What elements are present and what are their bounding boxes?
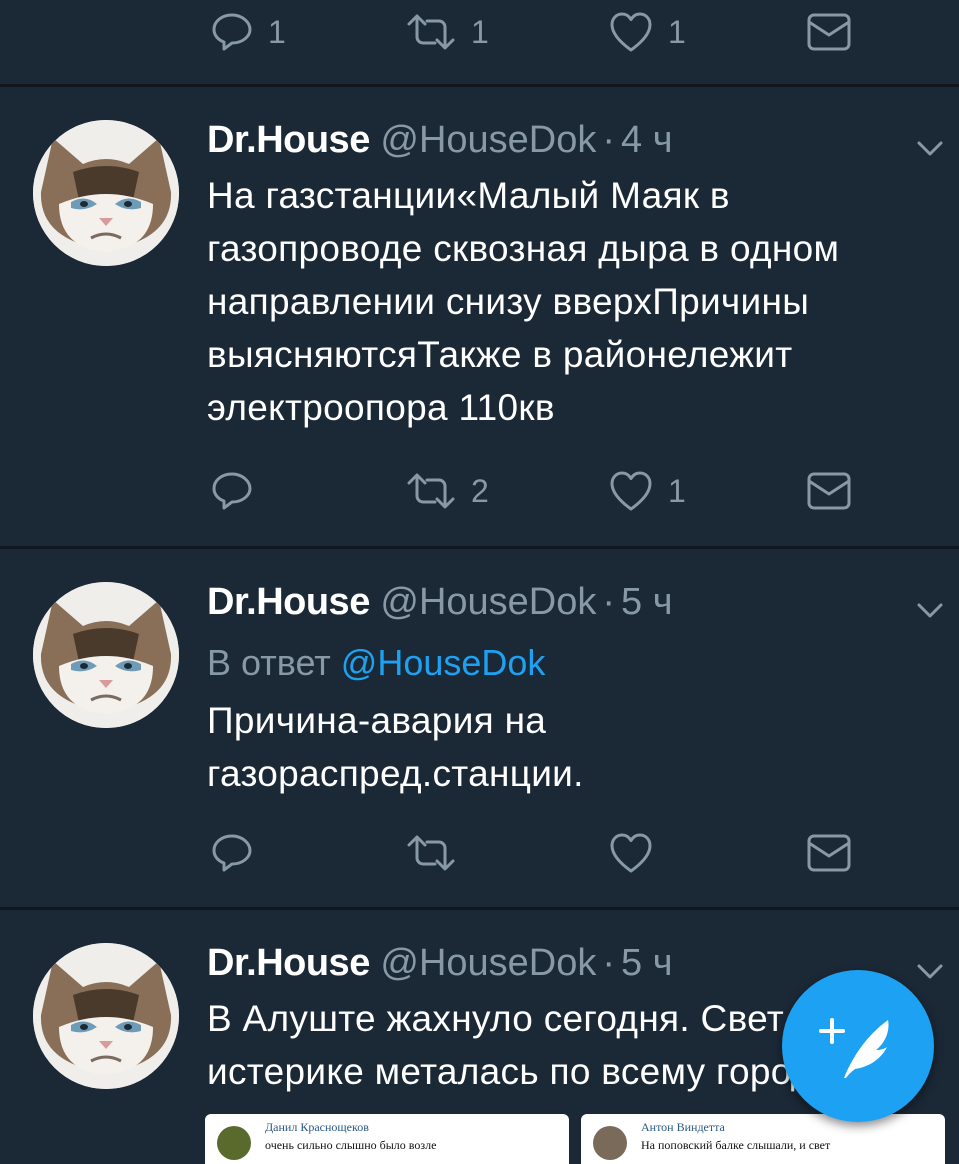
tweet-text: Причина-авария на газораспред.станции. — [207, 694, 937, 800]
author-handle[interactable]: @HouseDok — [380, 942, 596, 984]
previous-tweet-actions: 1 1 1 — [0, 0, 959, 84]
compose-tweet-button[interactable] — [782, 970, 934, 1122]
attachment-author: Антон Виндетта — [641, 1120, 725, 1134]
retweet-icon — [407, 473, 455, 509]
avatar — [593, 1126, 627, 1160]
author-name[interactable]: Dr.House — [207, 942, 370, 984]
attachment-text: На поповский балке слышали, и свет — [641, 1138, 831, 1152]
tweet[interactable]: Dr.House @HouseDok · 4 ч На газстанции«Мал… — [0, 87, 959, 546]
tweet-text-line: выясняютсяТакже в районележит — [207, 334, 793, 375]
tweet-text-line: На газстанции«Малый Маяк в — [207, 175, 730, 216]
tweet-header: Dr.House @HouseDok · 5 ч — [207, 941, 673, 985]
avatar[interactable] — [33, 943, 179, 1089]
envelope-icon — [807, 13, 851, 51]
like-button[interactable]: 1 — [608, 2, 686, 62]
avatar[interactable] — [33, 582, 179, 728]
author-name[interactable]: Dr.House — [207, 119, 370, 161]
dm-button[interactable] — [806, 823, 852, 883]
reply-icon — [212, 13, 252, 51]
tweet-text: На газстанции«Малый Маяк в газопроводе с… — [207, 169, 937, 434]
timestamp[interactable]: 4 ч — [621, 119, 673, 161]
reply-prefix: В ответ — [207, 642, 331, 683]
reply-button[interactable] — [210, 823, 254, 883]
grumpy-cat-avatar-image — [33, 943, 179, 1089]
grumpy-cat-avatar-image — [33, 582, 179, 728]
retweet-button[interactable] — [405, 823, 457, 883]
retweet-count: 1 — [471, 13, 489, 50]
timestamp[interactable]: 5 ч — [621, 942, 673, 984]
tweet-header: Dr.House @HouseDok · 5 ч — [207, 580, 673, 624]
attachment-author: Данил Краснощеков — [265, 1120, 369, 1134]
tweet-text-line: направлении снизу вверхПричины — [207, 281, 810, 322]
author-handle[interactable]: @HouseDok — [380, 581, 596, 623]
tweet-actions: 2 1 — [0, 461, 959, 521]
dm-button[interactable] — [806, 461, 852, 521]
like-count: 1 — [668, 472, 686, 509]
author-name[interactable]: Dr.House — [207, 581, 370, 623]
retweet-icon — [407, 835, 455, 871]
retweet-button[interactable]: 2 — [405, 461, 489, 521]
attached-image[interactable]: Данил Краснощеков очень сильно слышно бы… — [205, 1114, 569, 1164]
timestamp[interactable]: 5 ч — [621, 581, 673, 623]
dm-button[interactable] — [806, 2, 852, 62]
chevron-down-icon[interactable] — [915, 600, 945, 620]
grumpy-cat-avatar-image — [33, 120, 179, 266]
heart-icon — [610, 12, 652, 52]
chevron-down-icon[interactable] — [915, 138, 945, 158]
tweet-header: Dr.House @HouseDok · 4 ч — [207, 118, 673, 162]
heart-icon — [610, 833, 652, 873]
reply-button[interactable]: 1 — [210, 2, 286, 62]
tweet-text-line: электроопора 110кв — [207, 387, 555, 428]
reply-context: В ответ @HouseDok — [207, 641, 545, 685]
like-button[interactable] — [608, 823, 654, 883]
author-handle[interactable]: @HouseDok — [380, 119, 596, 161]
reply-icon — [212, 834, 252, 872]
retweet-count: 2 — [471, 472, 489, 509]
like-button[interactable]: 1 — [608, 461, 686, 521]
timeline-feed: 1 1 1 Dr.House @HouseDok · 4 ч На газста… — [0, 0, 959, 1164]
tweet-actions — [0, 823, 959, 883]
tweet[interactable]: Dr.House @HouseDok · 5 ч В ответ @HouseDok… — [0, 549, 959, 907]
separator: · — [602, 581, 616, 623]
attachment-text: очень сильно слышно было возле — [265, 1138, 437, 1152]
retweet-icon — [407, 14, 455, 50]
tweet-text-line: газопроводе сквозная дыра в одном — [207, 228, 840, 269]
reply-button[interactable] — [210, 461, 254, 521]
retweet-button[interactable]: 1 — [405, 2, 489, 62]
envelope-icon — [807, 472, 851, 510]
tweet-text-line: Причина-авария на — [207, 700, 547, 741]
reply-mention-link[interactable]: @HouseDok — [341, 642, 546, 683]
reply-icon — [212, 472, 252, 510]
avatar — [217, 1126, 251, 1160]
separator: · — [602, 119, 616, 161]
reply-count: 1 — [268, 13, 286, 50]
heart-icon — [610, 471, 652, 511]
like-count: 1 — [668, 13, 686, 50]
envelope-icon — [807, 834, 851, 872]
separator: · — [602, 942, 616, 984]
tweet-text-line: газораспред.станции. — [207, 753, 584, 794]
avatar[interactable] — [33, 120, 179, 266]
compose-tweet-icon — [819, 1018, 889, 1078]
